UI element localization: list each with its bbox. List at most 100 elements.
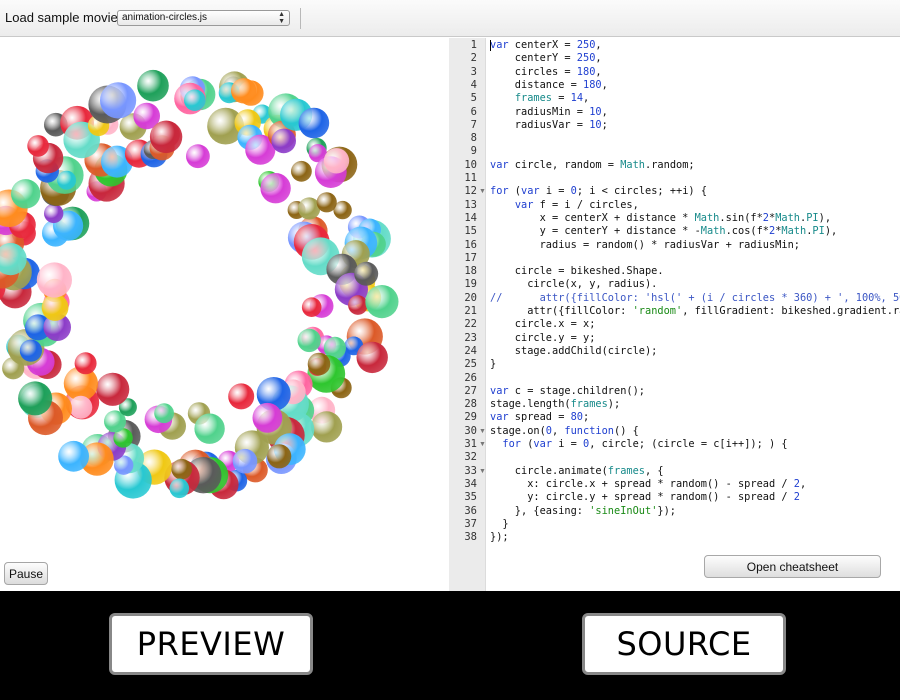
stage-circle — [69, 395, 93, 419]
fold-arrow-icon[interactable]: ▼ — [479, 425, 486, 438]
code-line[interactable]: } — [490, 518, 508, 531]
line-number: 28 — [464, 398, 477, 411]
stage-circle — [231, 78, 257, 104]
stage-circle — [137, 69, 169, 102]
fold-arrow-icon[interactable]: ▼ — [479, 465, 486, 478]
stage-circle — [169, 478, 190, 499]
line-number: 31 — [464, 438, 477, 450]
stage-circle — [149, 120, 183, 154]
stage-circle — [228, 383, 255, 410]
code-line[interactable]: x: circle.x + spread * random() - spread… — [490, 478, 806, 491]
line-number: 2 — [470, 52, 477, 65]
line-number: 20 — [464, 291, 477, 304]
line-number: 30 — [464, 424, 477, 437]
app-window: Load sample movie: animation-circles.js … — [0, 0, 900, 591]
stage-circle — [267, 444, 292, 469]
stage-circle — [316, 192, 337, 213]
code-line[interactable]: var spread = 80; — [490, 411, 589, 424]
line-number: 1 — [470, 39, 477, 51]
code-line[interactable]: radiusMin = 10, — [490, 106, 608, 119]
select-arrows-icon: ▲ ▼ — [278, 11, 285, 25]
code-line[interactable]: centerY = 250, — [490, 52, 602, 65]
line-number: 15 — [464, 225, 477, 238]
toolbar: Load sample movie: animation-circles.js … — [0, 0, 900, 37]
code-line[interactable]: circle.animate(frames, { — [490, 465, 664, 478]
code-line[interactable]: distance = 180, — [490, 79, 608, 92]
fold-arrow-icon[interactable]: ▼ — [479, 438, 486, 451]
code-line[interactable]: x = centerX + distance * Math.sin(f*2*Ma… — [490, 212, 831, 225]
line-number: 17 — [464, 251, 477, 264]
line-number: 34 — [464, 477, 477, 490]
pause-button[interactable]: Pause — [4, 562, 48, 585]
code-line[interactable]: radius = random() * radiusVar + radiusMi… — [490, 239, 800, 252]
open-cheatsheet-button[interactable]: Open cheatsheet — [704, 555, 881, 578]
code-line[interactable]: circle = bikeshed.Shape. — [490, 265, 664, 278]
line-number: 23 — [464, 331, 477, 344]
source-editor[interactable]: 1 2 3 4 5 6 7 8 9 10 11 12 ▼ 13 14 15 16 17 18 19 20 21 22 23 24… — [449, 38, 900, 591]
line-number: 12 — [464, 185, 477, 198]
line-number: 7 — [470, 118, 477, 131]
code-line[interactable]: var f = i / circles, — [490, 199, 639, 212]
stage-circle — [301, 297, 322, 318]
sample-movie-select[interactable]: animation-circles.js ▲ ▼ — [117, 10, 290, 26]
code-line[interactable]: } — [490, 358, 496, 371]
code-line[interactable]: y: circle.y + spread * random() - spread… — [490, 491, 800, 504]
stage-circle — [365, 285, 399, 319]
code-line[interactable]: stage.on(0, function() { — [490, 425, 639, 438]
stage-circle — [58, 440, 89, 472]
line-number: 3 — [470, 65, 477, 78]
line-number: 37 — [464, 517, 477, 530]
preview-pane: Pause — [0, 38, 449, 591]
code-line[interactable]: }, {easing: 'sineInOut'}); — [490, 505, 676, 518]
code-line[interactable]: stage.length(frames); — [490, 398, 620, 411]
line-number: 5 — [470, 92, 477, 105]
code-line[interactable]: for (var i = 0; i < circles; ++i) { — [490, 185, 707, 198]
stage-circle — [311, 411, 343, 443]
stage-circle — [232, 448, 258, 474]
code-line[interactable]: circle(x, y, radius). — [490, 278, 657, 291]
stage-circle — [298, 107, 330, 139]
source-caption: SOURCE — [582, 613, 786, 675]
line-number: 35 — [464, 491, 477, 504]
stage-circle — [307, 352, 331, 376]
code-line[interactable]: frames = 14, — [490, 92, 589, 105]
line-number: 27 — [464, 384, 477, 397]
line-number: 8 — [470, 132, 477, 145]
code-line[interactable]: var circle, random = Math.random; — [490, 159, 695, 172]
code-line[interactable]: circle.x = x; — [490, 318, 596, 331]
code-line[interactable]: var centerX = 250, — [490, 39, 602, 52]
stage-circle — [323, 148, 350, 174]
code-line[interactable]: stage.addChild(circle); — [490, 345, 658, 358]
line-number: 33 — [464, 464, 477, 477]
code-line[interactable]: circle.y = y; — [490, 332, 596, 345]
line-number: 22 — [464, 318, 477, 331]
stage-circle — [271, 128, 297, 154]
stage-circle — [44, 203, 64, 224]
stage-canvas — [0, 69, 399, 500]
load-sample-label: Load sample movie: — [5, 10, 122, 25]
code-line[interactable]: circles = 180, — [490, 66, 602, 79]
line-number: 4 — [470, 78, 477, 91]
line-number: 13 — [464, 198, 477, 211]
code-line[interactable]: for (var i = 0, circle; (circle = c[i++]… — [490, 438, 787, 451]
preview-caption: PREVIEW — [109, 613, 313, 675]
stage-circle — [186, 144, 210, 169]
line-number: 29 — [464, 411, 477, 424]
code-line[interactable]: y = centerY + distance * -Math.cos(f*2*M… — [490, 225, 838, 238]
line-number: 6 — [470, 105, 477, 118]
fold-arrow-icon[interactable]: ▼ — [479, 185, 486, 198]
code-line[interactable]: radiusVar = 10; — [490, 119, 608, 132]
code-line[interactable]: }); — [490, 531, 509, 544]
stage-circle — [171, 458, 192, 480]
stage-circle — [291, 160, 312, 182]
stage-circle — [19, 339, 42, 362]
stage-circle — [194, 413, 225, 444]
stage-circle — [154, 403, 175, 424]
line-number: 16 — [464, 238, 477, 251]
stage-circle — [184, 89, 206, 111]
line-number: 32 — [464, 451, 477, 464]
code-line[interactable]: attr({fillColor: 'random', fillGradient:… — [490, 305, 900, 318]
code-line[interactable]: // attr({fillColor: 'hsl(' + (i / circle… — [490, 292, 900, 305]
stage-circle — [252, 402, 283, 433]
code-line[interactable]: var c = stage.children(); — [490, 385, 645, 398]
